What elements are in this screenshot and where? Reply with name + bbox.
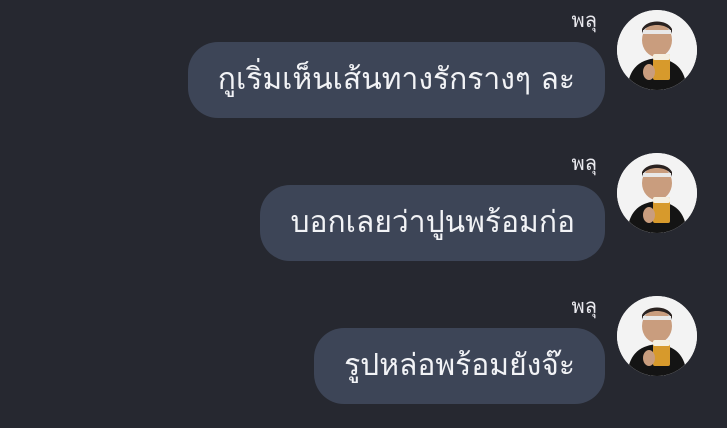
message-bubble[interactable]: กูเริ่มเห็นเส้นทางรักรางๆ ละ [187, 42, 605, 118]
message-row: พลุ บอกเลยว่าปูนพร้อมก่อ [0, 145, 727, 275]
sender-name: พลุ [571, 8, 597, 32]
message-bubble[interactable]: บอกเลยว่าปูนพร้อมก่อ [260, 185, 605, 261]
message-row: พลุ รูปหล่อพร้อมยังจ๊ะ [0, 288, 727, 418]
user-avatar-icon[interactable] [617, 296, 697, 376]
user-avatar-icon[interactable] [617, 153, 697, 233]
sender-name: พลุ [571, 294, 597, 318]
message-bubble[interactable]: รูปหล่อพร้อมยังจ๊ะ [314, 328, 605, 404]
user-avatar-icon[interactable] [617, 10, 697, 90]
message-row: พลุ กูเริ่มเห็นเส้นทางรักรางๆ ละ [0, 2, 727, 132]
chat-thread: พลุ กูเริ่มเห็นเส้นทางรักรางๆ ละ พลุ บอก… [0, 0, 727, 428]
sender-name: พลุ [571, 151, 597, 175]
